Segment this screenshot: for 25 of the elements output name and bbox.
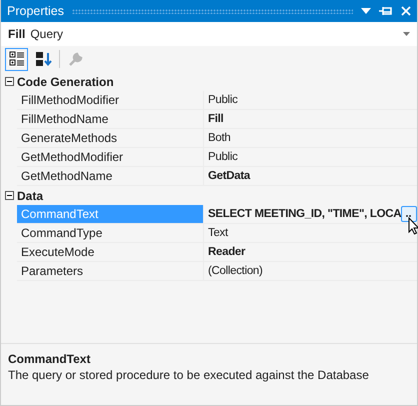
object-selector[interactable]: Fill Query: [1, 22, 417, 46]
object-type: Query: [30, 27, 64, 41]
property-name[interactable]: CommandType: [17, 224, 203, 242]
property-name[interactable]: FillMethodModifier: [17, 91, 203, 109]
object-name: Fill: [8, 27, 26, 41]
description-title: CommandText: [8, 352, 92, 366]
property-name[interactable]: GenerateMethods: [17, 129, 203, 147]
property-value[interactable]: SELECT MEETING_ID, "TIME", LOCA: [203, 205, 418, 223]
property-name[interactable]: FillMethodName: [17, 110, 203, 128]
property-name[interactable]: ExecuteMode: [17, 243, 203, 261]
property-value[interactable]: (Collection): [203, 262, 417, 280]
property-name[interactable]: Parameters: [17, 262, 203, 280]
property-value[interactable]: Public: [203, 91, 417, 109]
property-name[interactable]: GetMethodName: [17, 167, 203, 185]
property-value[interactable]: Both: [203, 129, 417, 147]
property-value[interactable]: Fill: [203, 110, 417, 128]
description-text: The query or stored procedure to be executed against the Database: [8, 368, 370, 382]
property-value[interactable]: Text: [203, 224, 417, 242]
property-name[interactable]: GetMethodModifier: [17, 148, 203, 166]
category-title: Code Generation: [17, 74, 114, 88]
property-value[interactable]: Reader: [203, 243, 417, 261]
property-value[interactable]: GetData: [203, 167, 417, 185]
window-title: Properties: [7, 4, 64, 18]
category-title: Data: [17, 188, 44, 202]
property-value[interactable]: Public: [203, 148, 417, 166]
